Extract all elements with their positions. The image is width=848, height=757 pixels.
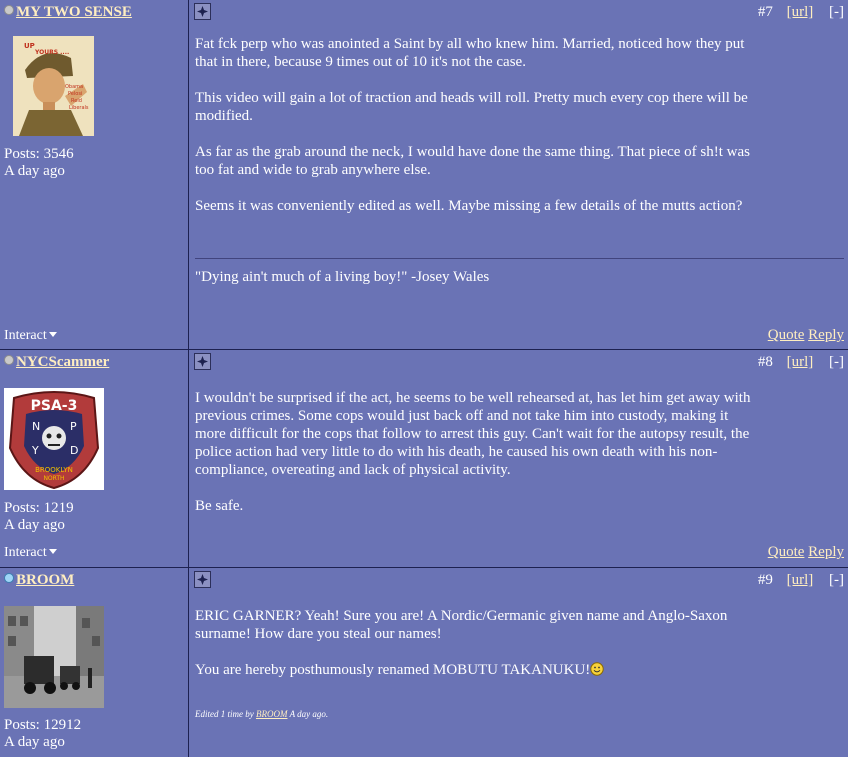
svg-text:P: P — [70, 420, 77, 433]
username-link[interactable]: BROOM — [16, 572, 74, 588]
post-paragraph: This video will gain a lot of traction a… — [195, 90, 748, 124]
post-count: Posts: 3546 — [4, 146, 74, 162]
post-icon — [194, 353, 211, 370]
triangle-down-icon — [48, 332, 57, 337]
interact-label: Interact — [4, 545, 47, 560]
post-paragraph: As far as the grab around the neck, I wo… — [195, 144, 750, 178]
post-icon — [194, 571, 211, 588]
post-content: #7 [url] [-] Fat fck perp who was anoint… — [189, 0, 848, 349]
signature: "Dying ain't much of a living boy!" -Jos… — [195, 269, 490, 285]
post-icon — [194, 3, 211, 20]
smiley-icon — [590, 662, 604, 681]
post-paragraph: Fat fck perp who was anointed a Saint by… — [195, 36, 745, 70]
reply-link[interactable]: Reply — [808, 327, 844, 343]
post-paragraph: Be safe. — [195, 498, 244, 514]
quote-link[interactable]: Quote — [768, 544, 805, 560]
edited-note: Edited 1 time by BROOM A day ago. — [195, 709, 329, 719]
triangle-down-icon — [48, 549, 57, 554]
post-time: A day ago — [4, 517, 65, 533]
quote-link[interactable]: Quote — [768, 327, 805, 343]
offline-status-icon — [4, 5, 14, 15]
post-content: #8 [url] [-] I wouldn't be surprised if … — [189, 350, 848, 567]
svg-text:Reid: Reid — [71, 98, 82, 104]
post-number: #8 — [757, 354, 773, 370]
post-count: Posts: 1219 — [4, 500, 74, 516]
avatar: PSA-3 N P Y D BROOKLYN NORTH — [4, 388, 104, 490]
interact-menu[interactable]: Interact — [4, 545, 57, 561]
collapse-button[interactable]: [-] — [829, 354, 844, 370]
signature-divider — [195, 258, 844, 259]
url-link[interactable]: [url] — [787, 4, 814, 20]
username-link[interactable]: NYCScammer — [16, 354, 109, 370]
user-panel: BROOM Posts: 12912 A day ago — [0, 568, 189, 757]
post-time: A day ago — [4, 163, 65, 179]
svg-text:Y: Y — [31, 444, 39, 457]
url-link[interactable]: [url] — [787, 354, 814, 370]
svg-text:PSA-3: PSA-3 — [31, 398, 78, 414]
svg-text:Obama: Obama — [65, 84, 83, 90]
post: NYCScammer PSA-3 N P Y D BROOKLYN NORTH … — [0, 350, 848, 568]
url-link[interactable]: [url] — [787, 572, 814, 588]
avatar: UP YOURS .... Obama Pelosi Reid Liberals — [13, 36, 94, 136]
post-paragraph: Seems it was conveniently edited as well… — [195, 198, 743, 214]
svg-text:D: D — [70, 444, 78, 457]
avatar — [4, 606, 104, 708]
post-body: I wouldn't be surprised if the act, he s… — [195, 389, 758, 533]
svg-text:Liberals: Liberals — [69, 105, 89, 111]
post-body: ERIC GARNER? Yeah! Sure you are! A Nordi… — [195, 607, 758, 699]
online-status-icon — [4, 573, 14, 583]
edited-by-link[interactable]: BROOM — [256, 709, 288, 719]
thread: MY TWO SENSE UP YOURS .... Obama Pelosi … — [0, 0, 848, 757]
post: BROOM Posts: 12912 A day ago #9 [url] [-… — [0, 568, 848, 757]
post-time: A day ago — [4, 734, 65, 750]
svg-text:N: N — [32, 420, 40, 433]
post-paragraph: ERIC GARNER? Yeah! Sure you are! A Nordi… — [195, 608, 728, 642]
user-panel: NYCScammer PSA-3 N P Y D BROOKLYN NORTH … — [0, 350, 189, 567]
offline-status-icon — [4, 355, 14, 365]
username-link[interactable]: MY TWO SENSE — [16, 4, 132, 20]
post: MY TWO SENSE UP YOURS .... Obama Pelosi … — [0, 0, 848, 350]
post-paragraph: You are hereby posthumously renamed MOBU… — [195, 662, 591, 678]
collapse-button[interactable]: [-] — [829, 572, 844, 588]
svg-text:Pelosi: Pelosi — [68, 91, 82, 97]
post-number: #9 — [757, 572, 773, 588]
post-paragraph: I wouldn't be surprised if the act, he s… — [195, 390, 751, 478]
post-body: Fat fck perp who was anointed a Saint by… — [195, 35, 758, 233]
user-panel: MY TWO SENSE UP YOURS .... Obama Pelosi … — [0, 0, 189, 349]
post-content: #9 [url] [-] ERIC GARNER? Yeah! Sure you… — [189, 568, 848, 757]
post-count: Posts: 12912 — [4, 717, 82, 733]
interact-label: Interact — [4, 328, 47, 343]
svg-text:UP: UP — [24, 42, 35, 50]
interact-menu[interactable]: Interact — [4, 328, 57, 344]
svg-text:YOURS ....: YOURS .... — [34, 49, 69, 56]
collapse-button[interactable]: [-] — [829, 4, 844, 20]
svg-text:NORTH: NORTH — [43, 475, 64, 482]
post-number: #7 — [757, 4, 773, 20]
reply-link[interactable]: Reply — [808, 544, 844, 560]
svg-text:BROOKLYN: BROOKLYN — [35, 466, 73, 474]
